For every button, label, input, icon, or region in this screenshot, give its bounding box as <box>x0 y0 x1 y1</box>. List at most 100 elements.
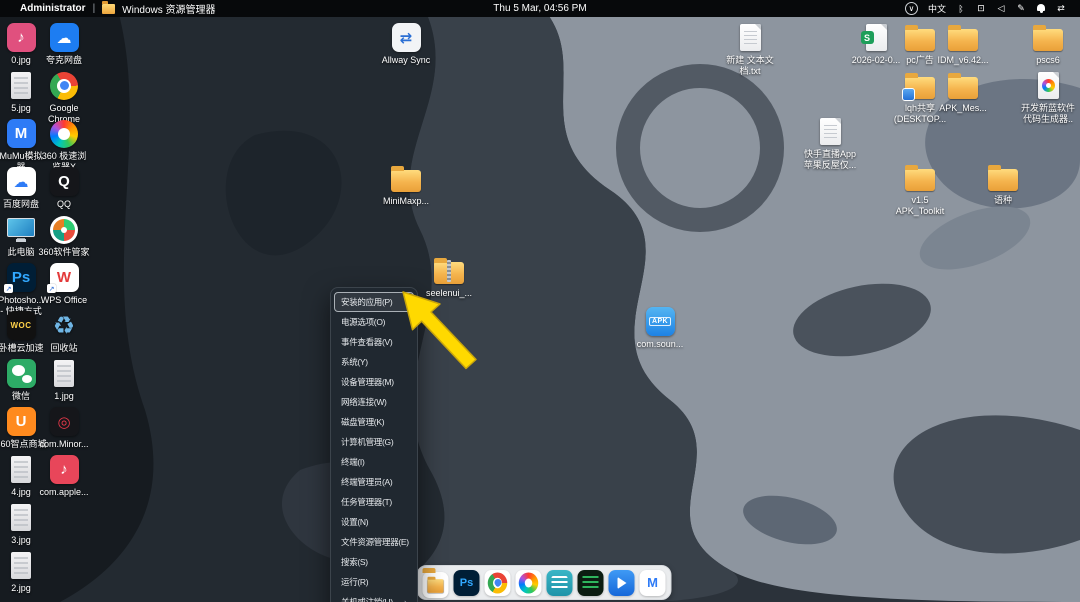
current-user-label: Administrator <box>20 3 86 14</box>
icon-label: WPS Office <box>35 295 93 306</box>
icon-label: Allway Sync <box>377 55 435 66</box>
menu-item[interactable]: 终端管理员(A) <box>334 472 414 492</box>
apk-icon: APK <box>631 306 689 337</box>
menu-item[interactable]: 搜索(S) <box>334 552 414 572</box>
icon-label: 语种 <box>974 195 1032 206</box>
bluetooth-icon[interactable]: ᛒ <box>956 4 966 14</box>
file-3-jpg[interactable]: 3.jpg <box>0 502 50 546</box>
com-apple-app[interactable]: ♪com.apple... <box>35 454 93 498</box>
taskbar-left: Administrator | Windows 资源管理器 <box>20 1 216 16</box>
input-method-indicator[interactable]: 中文 <box>928 2 946 15</box>
icon-label: IDM_v6.42... <box>934 55 992 66</box>
app-icon: Q <box>35 166 93 197</box>
display-icon[interactable]: ⊡ <box>976 3 986 14</box>
folder-apk-mes[interactable]: APK_Mes... <box>934 70 992 114</box>
active-app-title: Windows 资源管理器 <box>122 1 215 16</box>
360-software-manager[interactable]: 360软件管家 <box>35 214 93 258</box>
volume-icon[interactable]: ◁ <box>996 3 1006 14</box>
desktop[interactable]: Administrator | Windows 资源管理器 Thu 5 Mar,… <box>0 0 1080 602</box>
network-share-icon[interactable]: ⇄ <box>1056 3 1066 14</box>
folder-icon <box>1019 22 1077 53</box>
dock-photoshop[interactable]: Ps <box>454 570 480 596</box>
menu-item[interactable]: 文件资源管理器(E) <box>334 532 414 552</box>
swirl-icon <box>35 118 93 149</box>
shortcut-arrow-icon: ↗ <box>4 284 13 293</box>
new-text-document[interactable]: 新建 文本文档.txt <box>721 22 779 77</box>
menu-item[interactable]: 关机或注销(U)› <box>334 592 414 602</box>
icon-label: 快手直播App苹果反屋仅... <box>801 149 859 171</box>
menu-item[interactable]: 电源选项(O) <box>334 312 414 332</box>
kuaishou-doc[interactable]: 快手直播App苹果反屋仅... <box>801 116 859 171</box>
app-icon: ⇄ <box>377 22 435 53</box>
txt-icon <box>721 22 779 53</box>
hidden-icons-chevron-icon[interactable]: ∨ <box>905 2 918 15</box>
menu-item[interactable]: 计算机管理(G) <box>334 432 414 452</box>
share-overlay-icon <box>902 88 915 101</box>
com-minor-app[interactable]: ◎com.Minor... <box>35 406 93 450</box>
360-speed-browser-x[interactable]: 360 极速浏览器X <box>35 118 93 173</box>
dock-360-browser[interactable] <box>516 570 542 596</box>
menu-item[interactable]: 任务管理器(T) <box>334 492 414 512</box>
file-2-jpg[interactable]: 2.jpg <box>0 550 50 594</box>
folder-icon <box>934 22 992 53</box>
icon-label: MiniMaxp... <box>377 196 435 207</box>
menu-item[interactable]: 磁盘管理(K) <box>334 412 414 432</box>
dock: Ps M <box>417 565 672 600</box>
dock-blue-app[interactable] <box>609 570 635 596</box>
system-tray: ∨ 中文 ᛒ ⊡ ◁ ✎ ⇄ <box>905 2 1066 15</box>
txt-icon <box>801 116 859 147</box>
color-doc[interactable]: 开发新蓝软件代码生成器.. <box>1019 70 1077 125</box>
pinwheel-icon <box>35 214 93 245</box>
recycle-bin[interactable]: ♻回收站 <box>35 310 93 354</box>
icon-label: v1.5APK_Toolkit <box>891 195 949 217</box>
qq[interactable]: QQQ <box>35 166 93 210</box>
google-chrome[interactable]: GoogleChrome <box>35 70 93 125</box>
menu-item[interactable]: 运行(R) <box>334 572 414 592</box>
menu-item[interactable]: 事件查看器(V) <box>334 332 414 352</box>
folder-apk-toolkit[interactable]: v1.5APK_Toolkit <box>891 162 949 217</box>
imgfile-icon <box>35 358 93 389</box>
menu-item[interactable]: 系统(Y) <box>334 352 414 372</box>
icon-label: pscs6 <box>1019 55 1077 66</box>
zip-seelenui[interactable]: seelenui_... <box>420 255 478 299</box>
notification-bell-icon[interactable] <box>1036 3 1046 14</box>
imgfile-icon <box>0 502 50 533</box>
folder-pscs6[interactable]: pscs6 <box>1019 22 1077 66</box>
taskbar-separator: | <box>93 3 96 14</box>
allway-sync[interactable]: ⇄ Allway Sync <box>377 22 435 66</box>
menu-item[interactable]: 网络连接(W) <box>334 392 414 412</box>
dock-file-explorer[interactable] <box>423 572 449 598</box>
shortcut-arrow-icon: ↗ <box>47 284 56 293</box>
app-icon: ◎ <box>35 406 93 437</box>
folder-misc[interactable]: 语种 <box>974 162 1032 206</box>
dock-terminal[interactable] <box>578 570 604 596</box>
zipfolder-icon <box>420 255 478 286</box>
menu-item[interactable]: 设置(N) <box>334 512 414 532</box>
wps-office[interactable]: W↗WPS Office <box>35 262 93 306</box>
browser-swirl-icon <box>519 572 539 593</box>
chrome-icon <box>488 572 508 593</box>
menu-item[interactable]: 安装的应用(P) <box>334 292 414 312</box>
folder-idm[interactable]: IDM_v6.42... <box>934 22 992 66</box>
menu-item[interactable]: 设备管理器(M) <box>334 372 414 392</box>
folder-icon <box>934 70 992 101</box>
icon-label: 回收站 <box>35 343 93 354</box>
pen-icon[interactable]: ✎ <box>1016 3 1026 14</box>
folder-minimax[interactable]: MiniMaxp... <box>377 163 435 207</box>
folder-icon <box>974 162 1032 193</box>
file-1-jpg[interactable]: 1.jpg <box>35 358 93 402</box>
quark-netdisk[interactable]: ☁夸克网盘 <box>35 22 93 66</box>
dock-notepad[interactable] <box>547 570 573 596</box>
chrome-icon <box>35 70 93 101</box>
dock-mumu[interactable]: M <box>640 570 666 596</box>
icon-label: 2.jpg <box>0 583 50 594</box>
dock-chrome[interactable] <box>485 570 511 596</box>
folder-icon <box>427 579 443 593</box>
icon-label: 360软件管家 <box>35 247 93 258</box>
icon-label: 3.jpg <box>0 535 50 546</box>
taskbar-clock[interactable]: Thu 5 Mar, 04:56 PM <box>493 3 586 14</box>
imgfile-icon <box>0 550 50 581</box>
menu-item[interactable]: 终端(I) <box>334 452 414 472</box>
apk-com-soun[interactable]: APKcom.soun... <box>631 306 689 350</box>
app-icon: ☁ <box>35 22 93 53</box>
